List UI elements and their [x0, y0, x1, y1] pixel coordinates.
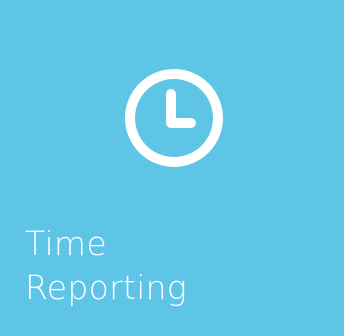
clock-icon [122, 66, 226, 170]
tile-label-line1: Time [25, 224, 107, 263]
time-reporting-tile[interactable]: Time Reporting [0, 0, 344, 336]
tile-label-line2: Reporting [25, 268, 187, 307]
tile-label: Time Reporting [25, 222, 325, 310]
